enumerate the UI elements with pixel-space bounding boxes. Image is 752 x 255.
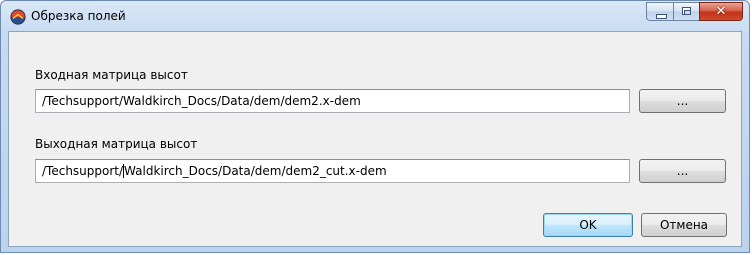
cancel-button[interactable]: Отмена [641, 213, 727, 237]
input-dem-browse-button[interactable]: ... [639, 89, 726, 113]
dialog-window: Обрезка полей ✕ Входная матрица высот /T… [0, 0, 750, 253]
dialog-body: Входная матрица высот /Techsupport/Waldk… [8, 31, 742, 247]
maximize-icon [682, 7, 691, 15]
title-bar[interactable]: Обрезка полей ✕ [1, 1, 749, 31]
maximize-button[interactable] [673, 2, 699, 21]
ok-button[interactable]: OK [543, 213, 633, 237]
input-dem-path-value: /Techsupport/Waldkirch_Docs/Data/dem/dem… [42, 94, 361, 108]
output-dem-path-value-end: Waldkirch_Docs/Data/dem/dem2_cut.x-dem [124, 164, 387, 178]
minimize-icon [656, 14, 667, 19]
output-dem-label: Выходная матрица высот [35, 137, 198, 151]
minimize-button[interactable] [646, 2, 673, 21]
output-dem-path-value-start: /Techsupport/ [42, 164, 124, 178]
close-button[interactable]: ✕ [699, 2, 743, 21]
output-dem-browse-button[interactable]: ... [639, 159, 726, 183]
caption-buttons: ✕ [646, 2, 743, 22]
output-dem-path-field[interactable]: /Techsupport/Waldkirch_Docs/Data/dem/dem… [35, 159, 630, 183]
close-icon: ✕ [715, 4, 727, 19]
input-dem-label: Входная матрица высот [35, 68, 188, 82]
app-logo-icon [10, 9, 26, 25]
input-dem-path-field[interactable]: /Techsupport/Waldkirch_Docs/Data/dem/dem… [35, 89, 630, 113]
window-title: Обрезка полей [31, 9, 126, 23]
